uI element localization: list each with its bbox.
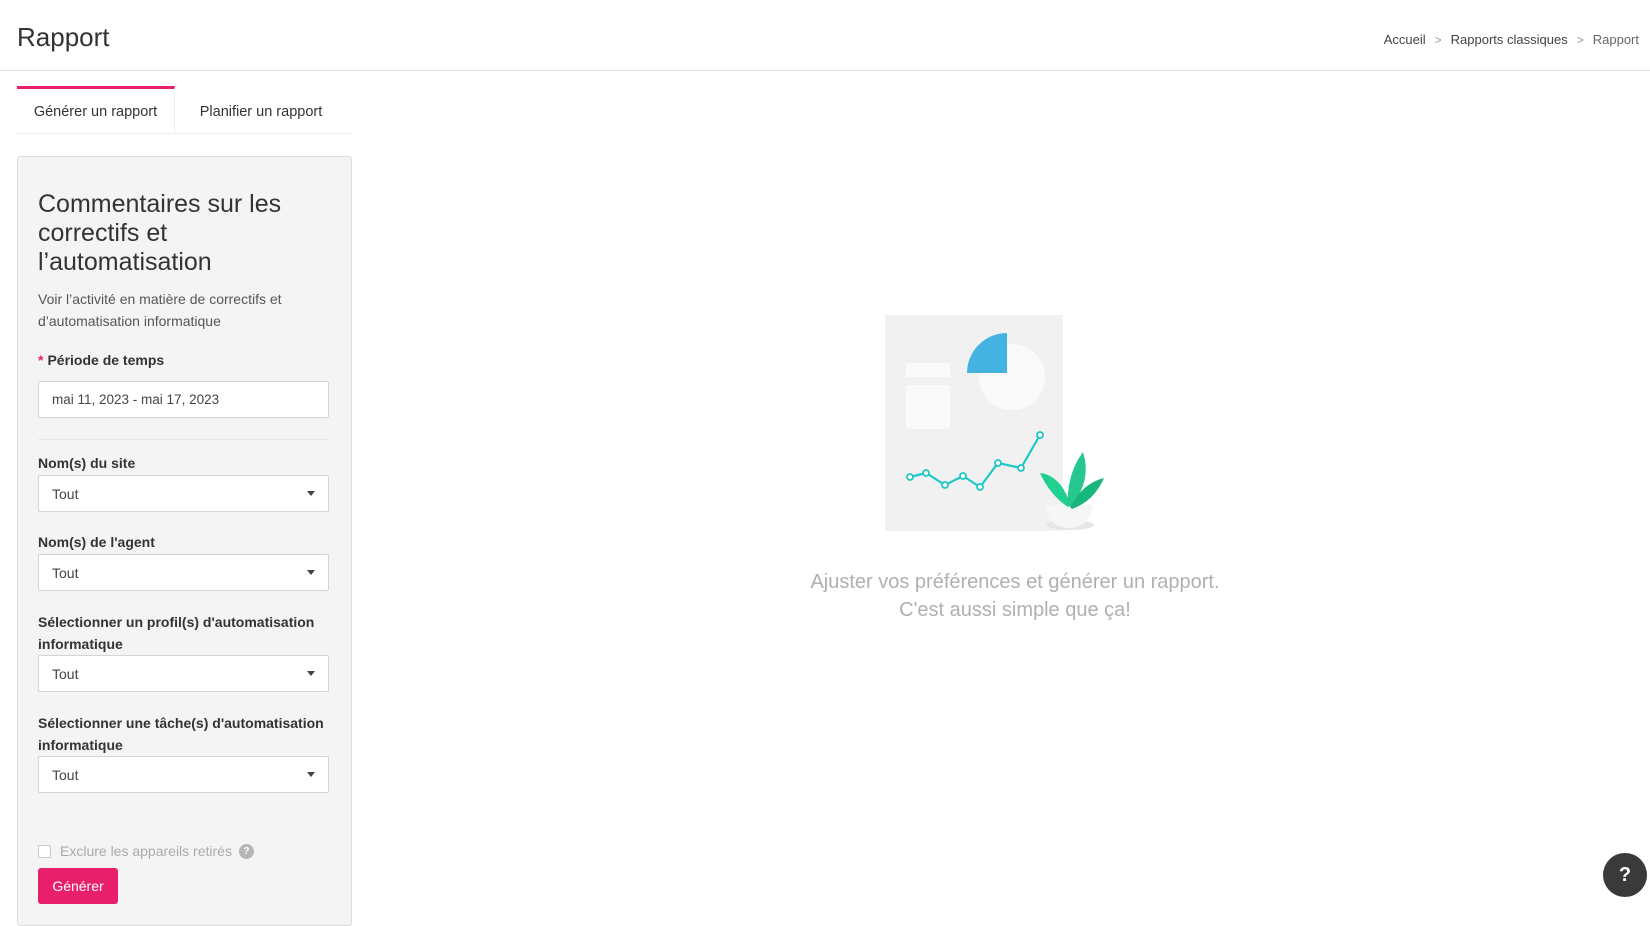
breadcrumb-home-link[interactable]: Accueil	[1384, 32, 1426, 47]
generate-button[interactable]: Générer	[38, 868, 118, 904]
site-names-select[interactable]: Tout	[38, 475, 329, 512]
exclude-retired-row: Exclure les appareils retirés ?	[38, 843, 254, 859]
exclude-retired-label: Exclure les appareils retirés	[60, 843, 232, 859]
report-options-panel: Commentaires sur les correctifs et l’aut…	[17, 156, 352, 926]
breadcrumb-separator-icon: >	[1576, 32, 1584, 47]
top-bar: Rapport Accueil > Rapports classiques > …	[0, 0, 1650, 71]
empty-state-line-2: C'est aussi simple que ça!	[899, 599, 1131, 621]
automation-task-select[interactable]: Tout	[38, 756, 329, 793]
required-asterisk-icon: *	[38, 352, 44, 368]
automation-task-select-value: Tout	[52, 766, 79, 783]
question-circle-icon[interactable]: ?	[238, 843, 254, 859]
page-title: Rapport	[17, 22, 110, 52]
automation-profile-label: Sélectionner un profil(s) d'automatisati…	[38, 614, 315, 652]
help-button[interactable]: ?	[1603, 853, 1647, 897]
tab-schedule-report[interactable]: Planifier un rapport	[175, 86, 347, 134]
report-tabs: Générer un rapport Planifier un rapport	[17, 86, 351, 134]
exclude-retired-checkbox[interactable]	[38, 844, 51, 858]
caret-down-icon	[307, 671, 315, 676]
empty-state-message: Ajuster vos préférences et générer un ra…	[700, 568, 1330, 624]
automation-task-label: Sélectionner une tâche(s) d'automatisati…	[38, 715, 324, 753]
time-period-label: * Période de temps	[38, 349, 338, 371]
agent-names-label: Nom(s) de l'agent	[38, 534, 155, 550]
placeholder-bar	[906, 363, 950, 377]
placeholder-box	[906, 385, 950, 429]
caret-down-icon	[307, 491, 315, 496]
time-period-label-text: Période de temps	[47, 352, 165, 368]
automation-profile-select-value: Tout	[52, 665, 79, 682]
breadcrumb-separator-icon: >	[1434, 32, 1442, 47]
date-range-input[interactable]	[38, 381, 329, 418]
report-illustration	[885, 315, 1104, 531]
report-description: Voir l’activité en matière de correctifs…	[38, 291, 282, 329]
agent-names-select-value: Tout	[52, 564, 79, 581]
site-names-label: Nom(s) du site	[38, 455, 136, 471]
caret-down-icon	[307, 772, 315, 777]
caret-down-icon	[307, 570, 315, 575]
empty-state-line-1: Ajuster vos préférences et générer un ra…	[810, 571, 1220, 593]
site-names-select-value: Tout	[52, 485, 79, 502]
breadcrumb: Accueil > Rapports classiques > Rapport	[1384, 32, 1639, 47]
agent-names-select[interactable]: Tout	[38, 554, 329, 591]
automation-profile-select[interactable]: Tout	[38, 655, 329, 692]
breadcrumb-current: Rapport	[1592, 32, 1639, 47]
divider	[38, 439, 329, 440]
breadcrumb-classic-reports-link[interactable]: Rapports classiques	[1451, 32, 1568, 47]
report-title: Commentaires sur les correctifs et l’aut…	[38, 190, 282, 276]
tab-generate-report[interactable]: Générer un rapport	[17, 86, 175, 134]
